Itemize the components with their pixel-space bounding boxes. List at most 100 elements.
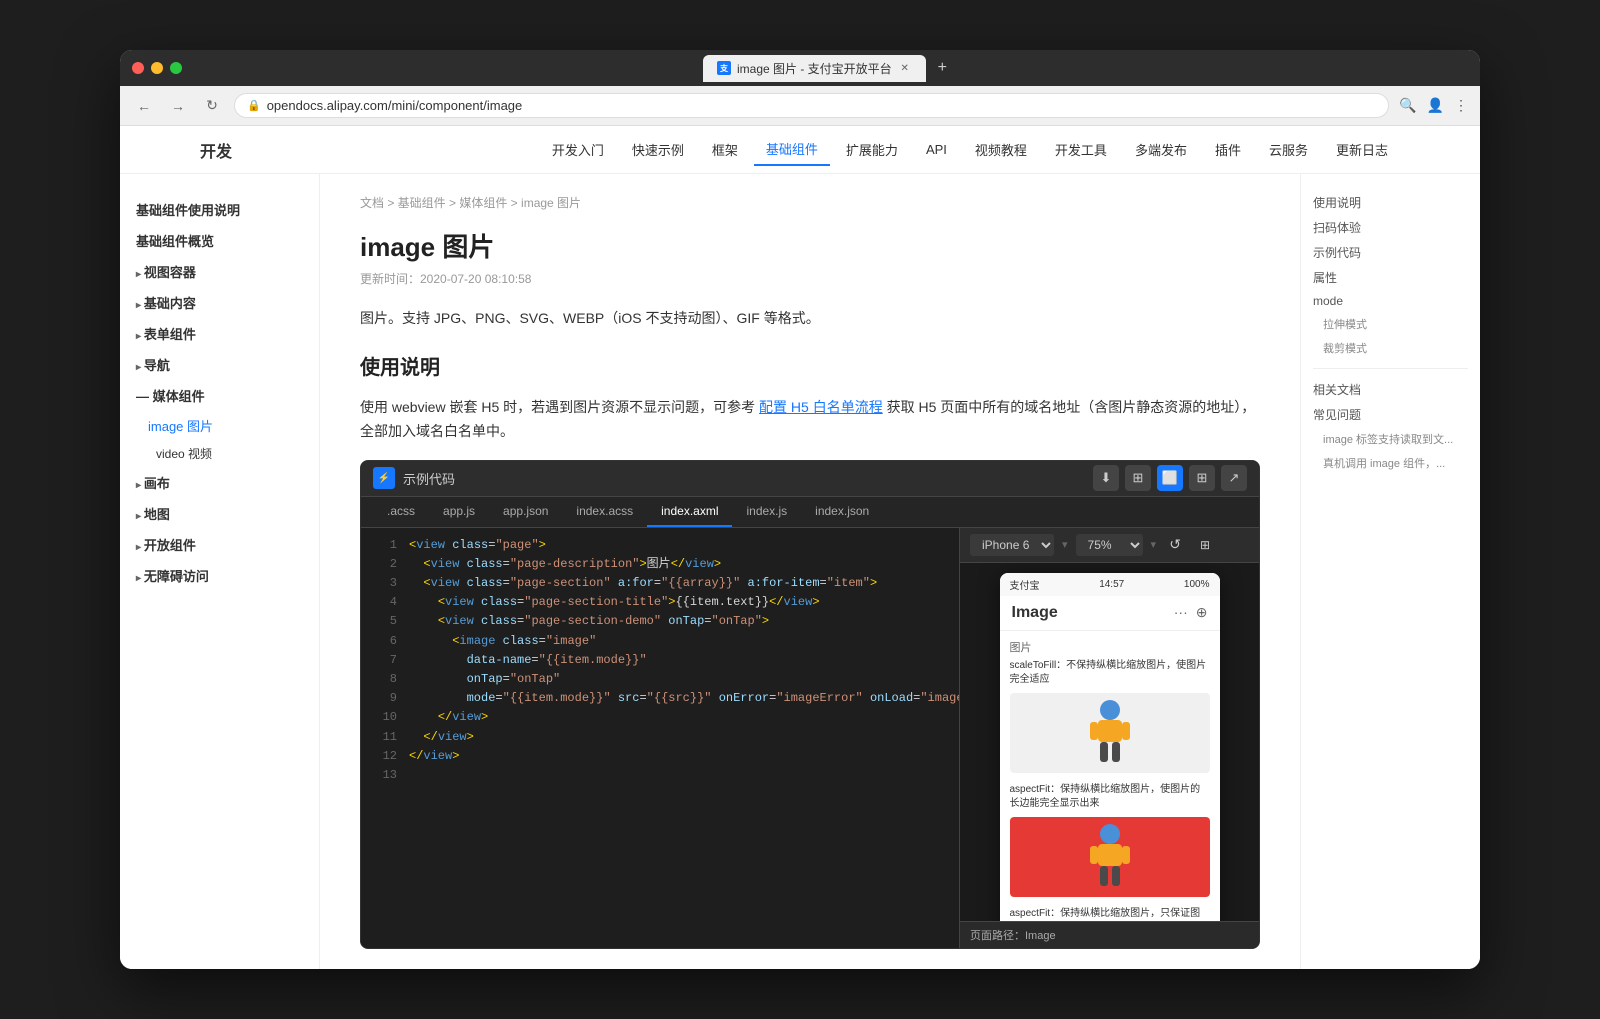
nav-item-yunfuwu[interactable]: 云服务 bbox=[1257, 134, 1320, 165]
maximize-button[interactable] bbox=[170, 62, 182, 74]
url-text: opendocs.alipay.com/mini/component/image bbox=[267, 98, 523, 113]
toc-shiyongshuoming[interactable]: 使用说明 bbox=[1313, 190, 1468, 215]
sidebar-item-shituzhuangqi[interactable]: 视图容器 bbox=[120, 256, 319, 287]
tab-indexacss[interactable]: index.acss bbox=[562, 497, 647, 527]
new-tab-button[interactable]: + bbox=[930, 59, 955, 77]
tab-close-button[interactable]: ✕ bbox=[898, 61, 912, 75]
tab-appjson[interactable]: app.json bbox=[489, 497, 562, 527]
sidebar-item-jichuzujian-gailun[interactable]: 基础组件概览 bbox=[120, 225, 319, 256]
phone-home-icon[interactable]: ⊕ bbox=[1196, 604, 1208, 621]
tab-indexjson[interactable]: index.json bbox=[801, 497, 883, 527]
toc-faq1[interactable]: image 标签支持读取到文... bbox=[1313, 427, 1468, 451]
close-button[interactable] bbox=[132, 62, 144, 74]
sidebar-item-meiti[interactable]: — 媒体组件 bbox=[120, 380, 319, 411]
nav-item-kuozhan[interactable]: 扩展能力 bbox=[834, 134, 910, 165]
phone-image1 bbox=[1010, 693, 1210, 773]
toc-saomatiyan[interactable]: 扫码体验 bbox=[1313, 215, 1468, 240]
sidebar-item-wuzhangai[interactable]: 无障碍访问 bbox=[120, 560, 319, 591]
main-nav: 开发 开发入门 快速示例 框架 基础组件 扩展能力 API 视频教程 开发工具 … bbox=[120, 126, 1480, 174]
sidebar-item-jichuzujian-shuoming[interactable]: 基础组件使用说明 bbox=[120, 194, 319, 225]
sidebar-item-ditu[interactable]: 地图 bbox=[120, 498, 319, 529]
toc-divider bbox=[1313, 368, 1468, 369]
phone-header: Image ··· ⊕ bbox=[1000, 596, 1220, 631]
code-line-12: 12 </view> bbox=[361, 747, 959, 766]
site-logo: 开发 bbox=[200, 138, 232, 162]
code-demo: ⚡ 示例代码 ⬇ ⊞ ⬜ ⊞ ↗ .acss app.js app.json i bbox=[360, 460, 1260, 949]
sidebar-item-kaifanzujian[interactable]: 开放组件 bbox=[120, 529, 319, 560]
sidebar-item-image[interactable]: image 图片 bbox=[120, 411, 319, 440]
zoom-select[interactable]: 75% 100% bbox=[1076, 534, 1143, 556]
tab-acss[interactable]: .acss bbox=[373, 497, 429, 527]
demo-toolbar-icon: ⚡ bbox=[373, 467, 395, 489]
code-line-1: 1 <view class="page"> bbox=[361, 536, 959, 555]
share-button[interactable]: ↗ bbox=[1221, 465, 1247, 491]
nav-item-jichuzujian[interactable]: 基础组件 bbox=[754, 133, 830, 166]
minimize-button[interactable] bbox=[151, 62, 163, 74]
sidebar-item-video[interactable]: video 视频 bbox=[120, 440, 319, 467]
toc-shiliedaima[interactable]: 示例代码 bbox=[1313, 240, 1468, 265]
phone-content: 图片 scaleToFill：不保持纵横比缩放图片，使图片完全适应 bbox=[1000, 631, 1220, 921]
split-view-button[interactable]: ⬜ bbox=[1157, 465, 1183, 491]
preview-grid-button[interactable]: ⊞ bbox=[1194, 534, 1216, 556]
refresh-button[interactable]: ↻ bbox=[200, 94, 224, 118]
nav-item-gongju[interactable]: 开发工具 bbox=[1043, 134, 1119, 165]
url-bar[interactable]: 🔒 opendocs.alipay.com/mini/component/ima… bbox=[234, 93, 1389, 118]
page-title: image 图片 bbox=[360, 227, 1260, 264]
breadcrumb: 文档 > 基础组件 > 媒体组件 > image 图片 bbox=[360, 194, 1260, 211]
nav-item-duoduan[interactable]: 多端发布 bbox=[1123, 134, 1199, 165]
code-line-6: 6 <image class="image" bbox=[361, 632, 959, 651]
code-panel[interactable]: 1 <view class="page"> 2 <view class="pag… bbox=[361, 528, 959, 948]
tab-indexaxml[interactable]: index.axml bbox=[647, 497, 732, 527]
demo-footer: 页面路径：Image bbox=[960, 921, 1259, 948]
phone-battery: 100% bbox=[1184, 579, 1210, 590]
nav-item-api[interactable]: API bbox=[914, 136, 959, 163]
phone-header-title: Image bbox=[1012, 604, 1058, 622]
phone-section-label: 图片 bbox=[1010, 639, 1210, 655]
toc-shuxing[interactable]: 属性 bbox=[1313, 265, 1468, 290]
back-button[interactable]: ← bbox=[132, 94, 156, 118]
sidebar-item-daohang[interactable]: 导航 bbox=[120, 349, 319, 380]
sidebar-item-jichuneirong[interactable]: 基础内容 bbox=[120, 287, 319, 318]
demo-toolbar-label: 示例代码 bbox=[403, 469, 455, 488]
qrcode-button[interactable]: ⊞ bbox=[1125, 465, 1151, 491]
toc-mode[interactable]: mode bbox=[1313, 290, 1468, 312]
toc-xiangguan[interactable]: 相关文档 bbox=[1313, 377, 1468, 402]
nav-item-kuaisu[interactable]: 快速示例 bbox=[620, 134, 696, 165]
nav-item-chajian[interactable]: 插件 bbox=[1203, 134, 1253, 165]
forward-button[interactable]: → bbox=[166, 94, 190, 118]
sidebar-item-biandanzujian[interactable]: 表单组件 bbox=[120, 318, 319, 349]
code-line-9: 9 mode="{{item.mode}}" src="{{src}}" onE… bbox=[361, 689, 959, 708]
search-icon[interactable]: 🔍 bbox=[1399, 97, 1416, 114]
preview-refresh-button[interactable]: ↺ bbox=[1164, 534, 1186, 556]
toc-lashenmode[interactable]: 拉伸模式 bbox=[1313, 312, 1468, 336]
nav-item-shipin[interactable]: 视频教程 bbox=[963, 134, 1039, 165]
preview-panel: iPhone 6 iPhone ▾ 75% 100% ▾ ↺ ⊞ bbox=[959, 528, 1259, 948]
phone-more-icon[interactable]: ··· bbox=[1174, 604, 1188, 621]
demo-toolbar-actions: ⬇ ⊞ ⬜ ⊞ ↗ bbox=[1093, 465, 1247, 491]
tab-favicon: 支 bbox=[717, 61, 731, 75]
code-line-7: 7 data-name="{{item.mode}}" bbox=[361, 651, 959, 670]
nav-item-gengxin[interactable]: 更新日志 bbox=[1324, 134, 1400, 165]
chevron-down-icon: ▾ bbox=[1062, 538, 1068, 551]
toc-caijianmode[interactable]: 裁剪模式 bbox=[1313, 336, 1468, 360]
code-line-3: 3 <view class="page-section" a:for="{{ar… bbox=[361, 574, 959, 593]
tab-title: image 图片 - 支付宝开放平台 bbox=[737, 60, 892, 77]
download-button[interactable]: ⬇ bbox=[1093, 465, 1119, 491]
account-icon[interactable]: 👤 bbox=[1427, 97, 1444, 114]
sidebar-item-huabu[interactable]: 画布 bbox=[120, 467, 319, 498]
phone-status-bar: 支付宝 14:57 100% bbox=[1000, 573, 1220, 596]
demo-body: 1 <view class="page"> 2 <view class="pag… bbox=[361, 528, 1259, 948]
fullscreen-button[interactable]: ⊞ bbox=[1189, 465, 1215, 491]
nav-item-kuangjia[interactable]: 框架 bbox=[700, 134, 750, 165]
tab-indexjs[interactable]: index.js bbox=[732, 497, 801, 527]
device-select[interactable]: iPhone 6 iPhone bbox=[970, 534, 1054, 556]
phone-header-actions: ··· ⊕ bbox=[1174, 604, 1208, 621]
nav-item-kaifa-rumen[interactable]: 开发入门 bbox=[540, 134, 616, 165]
toc-faq2[interactable]: 真机调用 image 组件，... bbox=[1313, 451, 1468, 475]
toc-changjianwenti[interactable]: 常见问题 bbox=[1313, 402, 1468, 427]
tab-appjs[interactable]: app.js bbox=[429, 497, 489, 527]
browser-tab-active[interactable]: 支 image 图片 - 支付宝开放平台 ✕ bbox=[703, 55, 926, 82]
nav-items: 开发入门 快速示例 框架 基础组件 扩展能力 API 视频教程 开发工具 多端发… bbox=[270, 133, 1400, 166]
link-h5-whitelist[interactable]: 配置 H5 白名单流程 bbox=[759, 399, 883, 415]
code-line-2: 2 <view class="page-description">图片</vie… bbox=[361, 555, 959, 574]
